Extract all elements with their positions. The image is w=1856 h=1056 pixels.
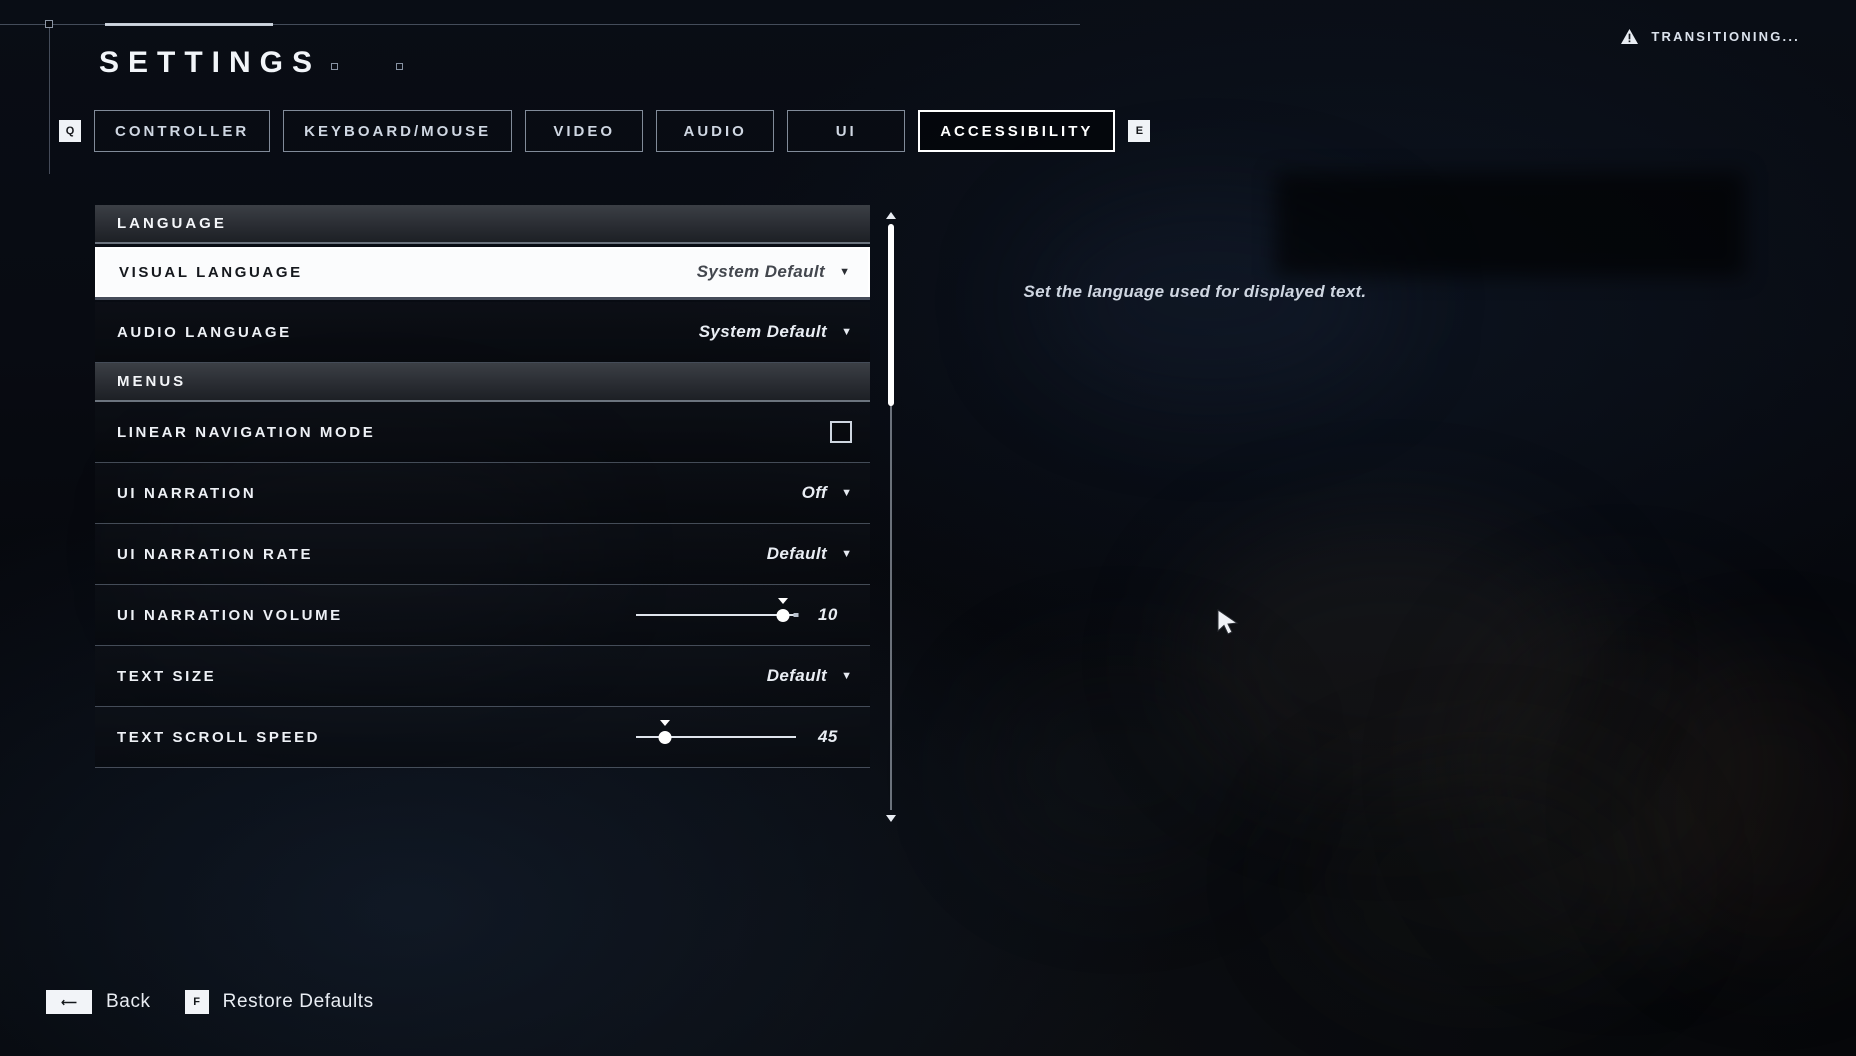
scroll-up-arrow-icon[interactable] xyxy=(886,212,896,219)
background-blur xyxy=(1180,520,1600,800)
background-blur xyxy=(1640,660,1856,960)
scroll-down-arrow-icon[interactable] xyxy=(886,815,896,822)
tab-video[interactable]: VIDEO xyxy=(525,110,644,152)
chevron-down-icon: ▼ xyxy=(841,486,852,499)
section-header-menus: MENUS xyxy=(95,363,870,402)
setting-value: System Default xyxy=(698,322,828,341)
slider-marker xyxy=(778,598,789,604)
slider-text-scroll-speed[interactable] xyxy=(636,720,796,748)
setting-value: Default xyxy=(766,544,828,563)
slider-end-tick xyxy=(793,613,799,617)
setting-row-visual-language[interactable]: VISUAL LANGUAGE System Default ▼ xyxy=(95,247,870,297)
footer-actions: ⟵ Back F Restore Defaults xyxy=(46,990,374,1014)
status-text: TRANSITIONING... xyxy=(1651,29,1800,44)
page-title: SETTINGS xyxy=(99,46,322,79)
background-blur xyxy=(1460,600,1780,940)
setting-value: Off xyxy=(801,483,828,502)
setting-label: UI NARRATION VOLUME xyxy=(117,606,343,624)
tab-next-key-badge[interactable]: E xyxy=(1128,120,1151,142)
setting-description: Set the language used for displayed text… xyxy=(1023,282,1367,301)
setting-row-linear-navigation-mode[interactable]: LINEAR NAVIGATION MODE xyxy=(95,402,870,463)
tab-ui[interactable]: UI xyxy=(787,110,906,152)
setting-control[interactable] xyxy=(830,421,852,443)
tab-accessibility[interactable]: ACCESSIBILITY xyxy=(918,110,1116,152)
chevron-down-icon: ▼ xyxy=(839,265,850,278)
slider-marker xyxy=(659,720,670,726)
setting-row-text-scroll-speed[interactable]: TEXT SCROLL SPEED 45 xyxy=(95,707,870,768)
setting-row-ui-narration-rate[interactable]: UI NARRATION RATE Default ▼ xyxy=(95,524,870,585)
settings-panel: LANGUAGE VISUAL LANGUAGE System Default … xyxy=(95,205,870,768)
setting-row-audio-language[interactable]: AUDIO LANGUAGE System Default ▼ xyxy=(95,302,870,363)
footer-back-action[interactable]: ⟵ Back xyxy=(46,990,151,1014)
tab-keyboard-mouse[interactable]: KEYBOARD/MOUSE xyxy=(283,110,513,152)
restore-defaults-key-badge[interactable]: F xyxy=(184,990,209,1014)
setting-row-ui-narration-volume[interactable]: UI NARRATION VOLUME 10 xyxy=(95,585,870,646)
warning-triangle-icon xyxy=(1621,28,1639,45)
background-blur xyxy=(1300,760,1660,1000)
settings-screen: SETTINGS TRANSITIONING... Q CONTROLLER K… xyxy=(0,0,1856,1056)
setting-value: System Default xyxy=(696,262,826,281)
setting-control[interactable]: Off ▼ xyxy=(802,483,852,503)
setting-control[interactable]: Default ▼ xyxy=(767,666,852,686)
setting-label: TEXT SIZE xyxy=(117,667,217,685)
background-blur xyxy=(980,660,1260,880)
setting-control[interactable]: System Default ▼ xyxy=(699,322,852,342)
setting-value: 10 xyxy=(818,605,838,624)
setting-label: UI NARRATION RATE xyxy=(117,545,314,563)
chevron-down-icon: ▼ xyxy=(841,325,852,338)
setting-label: LINEAR NAVIGATION MODE xyxy=(117,423,376,441)
slider-ui-narration-volume[interactable] xyxy=(636,598,799,626)
checkbox-linear-navigation-mode[interactable] xyxy=(830,421,852,443)
slider-thumb[interactable] xyxy=(776,609,790,622)
back-key-badge[interactable]: ⟵ xyxy=(46,990,92,1014)
mouse-cursor-icon xyxy=(1217,609,1239,635)
restore-defaults-label: Restore Defaults xyxy=(222,991,374,1012)
setting-label: AUDIO LANGUAGE xyxy=(117,323,292,341)
tab-controller[interactable]: CONTROLLER xyxy=(94,110,271,152)
setting-control[interactable]: System Default ▼ xyxy=(697,262,850,282)
slider-thumb[interactable] xyxy=(658,731,672,744)
status-badge: TRANSITIONING... xyxy=(1620,28,1800,45)
section-header-language: LANGUAGE xyxy=(95,205,870,244)
tab-audio[interactable]: AUDIO xyxy=(656,110,775,152)
scrollbar-thumb[interactable] xyxy=(888,224,894,406)
frame-vertical-line xyxy=(49,24,50,174)
background-panel-overlay xyxy=(1275,172,1745,277)
setting-value: Default xyxy=(766,666,828,685)
settings-tabs: Q CONTROLLER KEYBOARD/MOUSE VIDEO AUDIO … xyxy=(59,110,1151,152)
setting-control[interactable]: Default ▼ xyxy=(767,544,852,564)
setting-row-ui-narration[interactable]: UI NARRATION Off ▼ xyxy=(95,463,870,524)
frame-corner-node xyxy=(45,20,53,28)
chevron-down-icon: ▼ xyxy=(841,669,852,682)
back-label: Back xyxy=(106,991,151,1012)
frame-accent-segment xyxy=(105,23,273,26)
settings-scrollbar[interactable] xyxy=(884,210,898,824)
setting-control[interactable]: 45 xyxy=(636,720,852,748)
setting-row-text-size[interactable]: TEXT SIZE Default ▼ xyxy=(95,646,870,707)
slider-track xyxy=(636,614,796,616)
setting-label: UI NARRATION xyxy=(117,484,257,502)
title-decor-square xyxy=(331,63,338,70)
footer-restore-defaults-action[interactable]: F Restore Defaults xyxy=(184,990,374,1014)
tab-prev-key-badge[interactable]: Q xyxy=(59,120,81,142)
setting-label: VISUAL LANGUAGE xyxy=(119,263,303,281)
setting-value: 45 xyxy=(818,727,838,746)
setting-label: TEXT SCROLL SPEED xyxy=(117,728,321,746)
chevron-down-icon: ▼ xyxy=(841,547,852,560)
setting-control[interactable]: 10 xyxy=(636,598,852,626)
title-decor-square xyxy=(396,63,403,70)
